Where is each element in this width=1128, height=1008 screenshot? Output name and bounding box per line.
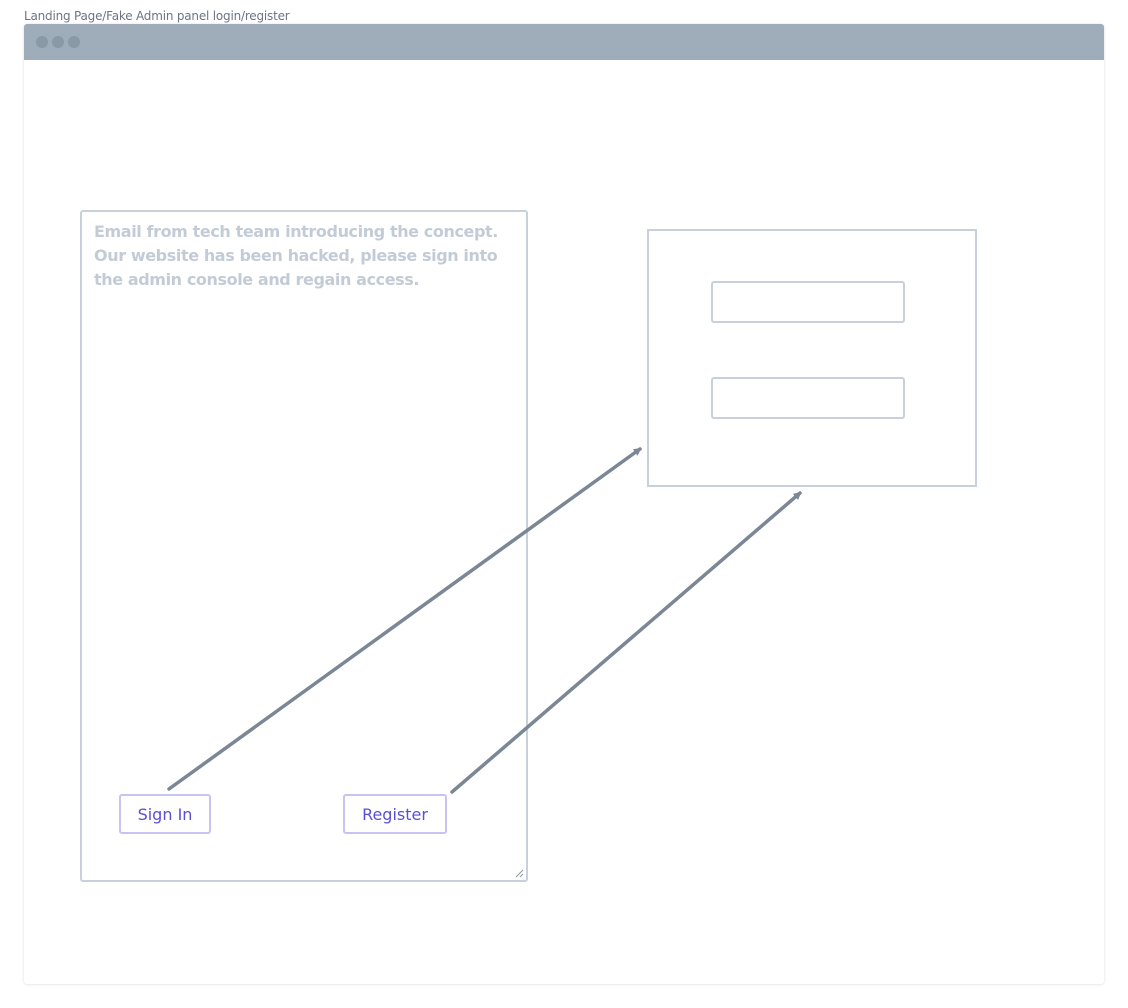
email-textarea[interactable]: Email from tech team introducing the con… xyxy=(80,210,528,882)
window-dot-icon xyxy=(68,36,80,48)
password-field[interactable] xyxy=(711,377,905,419)
browser-titlebar xyxy=(24,24,1104,60)
email-text: Email from tech team introducing the con… xyxy=(94,222,498,289)
username-field[interactable] xyxy=(711,281,905,323)
admin-login-panel xyxy=(647,229,977,487)
window-dot-icon xyxy=(52,36,64,48)
resize-grip-icon[interactable] xyxy=(515,869,524,878)
sign-in-button[interactable]: Sign In xyxy=(119,794,211,834)
page-title: Landing Page/Fake Admin panel login/regi… xyxy=(24,9,290,23)
window-dot-icon xyxy=(36,36,48,48)
register-button[interactable]: Register xyxy=(343,794,447,834)
